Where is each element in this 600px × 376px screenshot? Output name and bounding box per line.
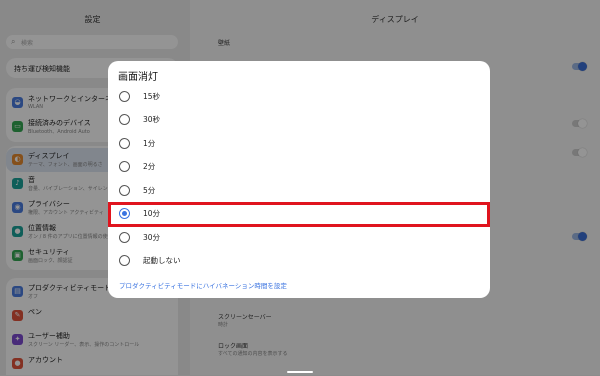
radio-icon[interactable] — [119, 138, 130, 149]
timeout-option[interactable]: 30秒 — [108, 109, 490, 131]
timeout-option[interactable]: 5分 — [108, 180, 490, 202]
timeout-option[interactable]: 1分 — [108, 133, 490, 155]
radio-icon[interactable] — [119, 161, 130, 172]
timeout-option[interactable]: 15秒 — [108, 86, 490, 108]
productivity-hibernation-link[interactable]: プロダクティビティモードにハイバネーション時間を設定 — [119, 280, 287, 290]
selected-option-highlight — [108, 202, 490, 227]
home-indicator — [287, 371, 313, 373]
timeout-option[interactable]: 30分 — [108, 227, 490, 249]
timeout-option-label: 30秒 — [143, 115, 161, 124]
timeout-option-label: 30分 — [143, 233, 161, 242]
radio-icon[interactable] — [119, 91, 130, 102]
radio-icon[interactable] — [119, 232, 130, 243]
radio-icon[interactable] — [119, 255, 130, 266]
timeout-option-label: 2分 — [143, 162, 156, 171]
timeout-option-label: 起動しない — [143, 256, 181, 265]
radio-icon[interactable] — [119, 114, 130, 125]
timeout-option-label: 1分 — [143, 139, 156, 148]
dialog-title: 画面消灯 — [118, 72, 158, 83]
screen-timeout-dialog: 画面消灯 15秒 30秒 1分 2分 5分 10分 30分 起動しない プロダクティビティモー… — [108, 61, 490, 298]
radio-icon[interactable] — [119, 185, 130, 196]
timeout-option-label: 15秒 — [143, 92, 161, 101]
timeout-option[interactable]: 起動しない — [108, 250, 490, 272]
timeout-option-label: 5分 — [143, 186, 156, 195]
timeout-option[interactable]: 2分 — [108, 156, 490, 178]
